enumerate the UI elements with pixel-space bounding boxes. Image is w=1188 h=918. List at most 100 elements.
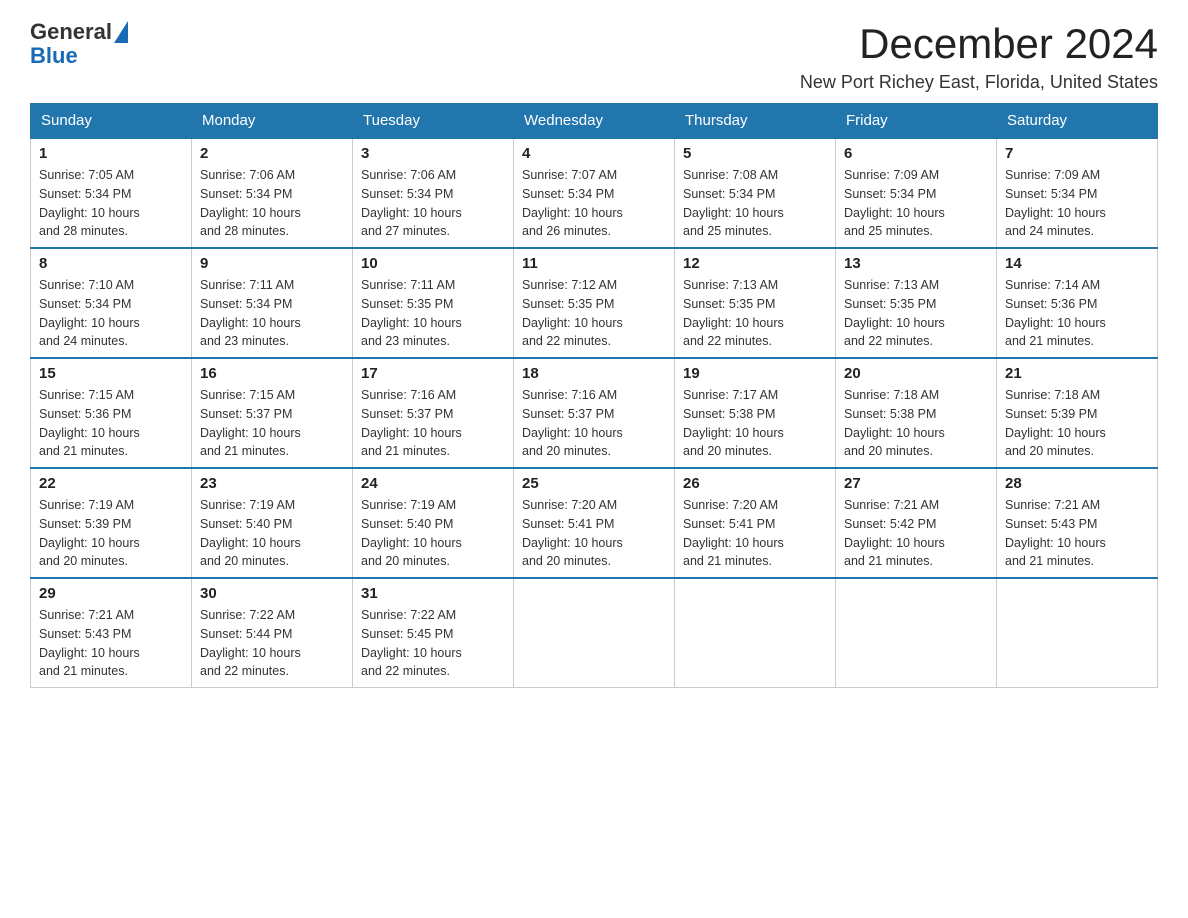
header-monday: Monday xyxy=(192,104,353,139)
day-number: 19 xyxy=(683,365,827,382)
day-cell-24: 24 Sunrise: 7:19 AMSunset: 5:40 PMDaylig… xyxy=(353,468,514,578)
day-cell-18: 18 Sunrise: 7:16 AMSunset: 5:37 PMDaylig… xyxy=(514,358,675,468)
day-number: 16 xyxy=(200,365,344,382)
day-number: 3 xyxy=(361,145,505,162)
day-cell-8: 8 Sunrise: 7:10 AMSunset: 5:34 PMDayligh… xyxy=(31,248,192,358)
day-cell-30: 30 Sunrise: 7:22 AMSunset: 5:44 PMDaylig… xyxy=(192,578,353,688)
day-info: Sunrise: 7:17 AMSunset: 5:38 PMDaylight:… xyxy=(683,386,827,461)
day-cell-10: 10 Sunrise: 7:11 AMSunset: 5:35 PMDaylig… xyxy=(353,248,514,358)
day-info: Sunrise: 7:08 AMSunset: 5:34 PMDaylight:… xyxy=(683,166,827,241)
day-number: 13 xyxy=(844,255,988,272)
day-cell-19: 19 Sunrise: 7:17 AMSunset: 5:38 PMDaylig… xyxy=(675,358,836,468)
day-info: Sunrise: 7:19 AMSunset: 5:39 PMDaylight:… xyxy=(39,496,183,571)
day-info: Sunrise: 7:10 AMSunset: 5:34 PMDaylight:… xyxy=(39,276,183,351)
logo-general: General xyxy=(30,20,112,44)
day-number: 31 xyxy=(361,585,505,602)
day-cell-7: 7 Sunrise: 7:09 AMSunset: 5:34 PMDayligh… xyxy=(997,138,1158,248)
day-cell-31: 31 Sunrise: 7:22 AMSunset: 5:45 PMDaylig… xyxy=(353,578,514,688)
day-info: Sunrise: 7:11 AMSunset: 5:34 PMDaylight:… xyxy=(200,276,344,351)
day-info: Sunrise: 7:15 AMSunset: 5:37 PMDaylight:… xyxy=(200,386,344,461)
day-info: Sunrise: 7:16 AMSunset: 5:37 PMDaylight:… xyxy=(361,386,505,461)
title-area: December 2024 New Port Richey East, Flor… xyxy=(800,20,1158,93)
day-cell-21: 21 Sunrise: 7:18 AMSunset: 5:39 PMDaylig… xyxy=(997,358,1158,468)
day-info: Sunrise: 7:21 AMSunset: 5:42 PMDaylight:… xyxy=(844,496,988,571)
day-info: Sunrise: 7:18 AMSunset: 5:39 PMDaylight:… xyxy=(1005,386,1149,461)
header-sunday: Sunday xyxy=(31,104,192,139)
day-number: 24 xyxy=(361,475,505,492)
day-info: Sunrise: 7:09 AMSunset: 5:34 PMDaylight:… xyxy=(844,166,988,241)
day-number: 6 xyxy=(844,145,988,162)
day-info: Sunrise: 7:09 AMSunset: 5:34 PMDaylight:… xyxy=(1005,166,1149,241)
day-info: Sunrise: 7:06 AMSunset: 5:34 PMDaylight:… xyxy=(200,166,344,241)
day-cell-9: 9 Sunrise: 7:11 AMSunset: 5:34 PMDayligh… xyxy=(192,248,353,358)
day-cell-25: 25 Sunrise: 7:20 AMSunset: 5:41 PMDaylig… xyxy=(514,468,675,578)
calendar-table: Sunday Monday Tuesday Wednesday Thursday… xyxy=(30,103,1158,688)
day-info: Sunrise: 7:06 AMSunset: 5:34 PMDaylight:… xyxy=(361,166,505,241)
day-cell-4: 4 Sunrise: 7:07 AMSunset: 5:34 PMDayligh… xyxy=(514,138,675,248)
calendar-header-row: Sunday Monday Tuesday Wednesday Thursday… xyxy=(31,104,1158,139)
header-friday: Friday xyxy=(836,104,997,139)
day-cell-28: 28 Sunrise: 7:21 AMSunset: 5:43 PMDaylig… xyxy=(997,468,1158,578)
day-cell-29: 29 Sunrise: 7:21 AMSunset: 5:43 PMDaylig… xyxy=(31,578,192,688)
day-info: Sunrise: 7:21 AMSunset: 5:43 PMDaylight:… xyxy=(1005,496,1149,571)
logo-blue: Blue xyxy=(30,43,78,68)
day-cell-14: 14 Sunrise: 7:14 AMSunset: 5:36 PMDaylig… xyxy=(997,248,1158,358)
day-number: 17 xyxy=(361,365,505,382)
day-number: 25 xyxy=(522,475,666,492)
day-number: 27 xyxy=(844,475,988,492)
day-info: Sunrise: 7:15 AMSunset: 5:36 PMDaylight:… xyxy=(39,386,183,461)
day-number: 2 xyxy=(200,145,344,162)
day-cell-2: 2 Sunrise: 7:06 AMSunset: 5:34 PMDayligh… xyxy=(192,138,353,248)
day-number: 7 xyxy=(1005,145,1149,162)
day-number: 12 xyxy=(683,255,827,272)
empty-cell xyxy=(514,578,675,688)
day-info: Sunrise: 7:13 AMSunset: 5:35 PMDaylight:… xyxy=(844,276,988,351)
day-info: Sunrise: 7:19 AMSunset: 5:40 PMDaylight:… xyxy=(200,496,344,571)
day-info: Sunrise: 7:05 AMSunset: 5:34 PMDaylight:… xyxy=(39,166,183,241)
week-row-2: 8 Sunrise: 7:10 AMSunset: 5:34 PMDayligh… xyxy=(31,248,1158,358)
day-number: 4 xyxy=(522,145,666,162)
day-cell-3: 3 Sunrise: 7:06 AMSunset: 5:34 PMDayligh… xyxy=(353,138,514,248)
day-info: Sunrise: 7:20 AMSunset: 5:41 PMDaylight:… xyxy=(683,496,827,571)
day-info: Sunrise: 7:11 AMSunset: 5:35 PMDaylight:… xyxy=(361,276,505,351)
day-cell-17: 17 Sunrise: 7:16 AMSunset: 5:37 PMDaylig… xyxy=(353,358,514,468)
day-info: Sunrise: 7:12 AMSunset: 5:35 PMDaylight:… xyxy=(522,276,666,351)
day-info: Sunrise: 7:22 AMSunset: 5:44 PMDaylight:… xyxy=(200,606,344,681)
day-cell-11: 11 Sunrise: 7:12 AMSunset: 5:35 PMDaylig… xyxy=(514,248,675,358)
header-wednesday: Wednesday xyxy=(514,104,675,139)
day-info: Sunrise: 7:19 AMSunset: 5:40 PMDaylight:… xyxy=(361,496,505,571)
day-number: 8 xyxy=(39,255,183,272)
day-info: Sunrise: 7:13 AMSunset: 5:35 PMDaylight:… xyxy=(683,276,827,351)
day-info: Sunrise: 7:21 AMSunset: 5:43 PMDaylight:… xyxy=(39,606,183,681)
day-info: Sunrise: 7:16 AMSunset: 5:37 PMDaylight:… xyxy=(522,386,666,461)
day-cell-20: 20 Sunrise: 7:18 AMSunset: 5:38 PMDaylig… xyxy=(836,358,997,468)
day-number: 9 xyxy=(200,255,344,272)
location-subtitle: New Port Richey East, Florida, United St… xyxy=(800,72,1158,93)
day-cell-1: 1 Sunrise: 7:05 AMSunset: 5:34 PMDayligh… xyxy=(31,138,192,248)
month-year-title: December 2024 xyxy=(800,20,1158,68)
empty-cell xyxy=(675,578,836,688)
day-cell-22: 22 Sunrise: 7:19 AMSunset: 5:39 PMDaylig… xyxy=(31,468,192,578)
day-info: Sunrise: 7:07 AMSunset: 5:34 PMDaylight:… xyxy=(522,166,666,241)
day-number: 20 xyxy=(844,365,988,382)
day-number: 29 xyxy=(39,585,183,602)
empty-cell xyxy=(997,578,1158,688)
day-number: 11 xyxy=(522,255,666,272)
week-row-1: 1 Sunrise: 7:05 AMSunset: 5:34 PMDayligh… xyxy=(31,138,1158,248)
week-row-4: 22 Sunrise: 7:19 AMSunset: 5:39 PMDaylig… xyxy=(31,468,1158,578)
day-number: 26 xyxy=(683,475,827,492)
day-info: Sunrise: 7:14 AMSunset: 5:36 PMDaylight:… xyxy=(1005,276,1149,351)
day-info: Sunrise: 7:18 AMSunset: 5:38 PMDaylight:… xyxy=(844,386,988,461)
week-row-3: 15 Sunrise: 7:15 AMSunset: 5:36 PMDaylig… xyxy=(31,358,1158,468)
day-cell-5: 5 Sunrise: 7:08 AMSunset: 5:34 PMDayligh… xyxy=(675,138,836,248)
day-number: 21 xyxy=(1005,365,1149,382)
logo-triangle-icon xyxy=(114,21,128,43)
week-row-5: 29 Sunrise: 7:21 AMSunset: 5:43 PMDaylig… xyxy=(31,578,1158,688)
day-info: Sunrise: 7:20 AMSunset: 5:41 PMDaylight:… xyxy=(522,496,666,571)
day-info: Sunrise: 7:22 AMSunset: 5:45 PMDaylight:… xyxy=(361,606,505,681)
day-number: 18 xyxy=(522,365,666,382)
day-cell-26: 26 Sunrise: 7:20 AMSunset: 5:41 PMDaylig… xyxy=(675,468,836,578)
day-number: 15 xyxy=(39,365,183,382)
day-number: 23 xyxy=(200,475,344,492)
day-number: 28 xyxy=(1005,475,1149,492)
